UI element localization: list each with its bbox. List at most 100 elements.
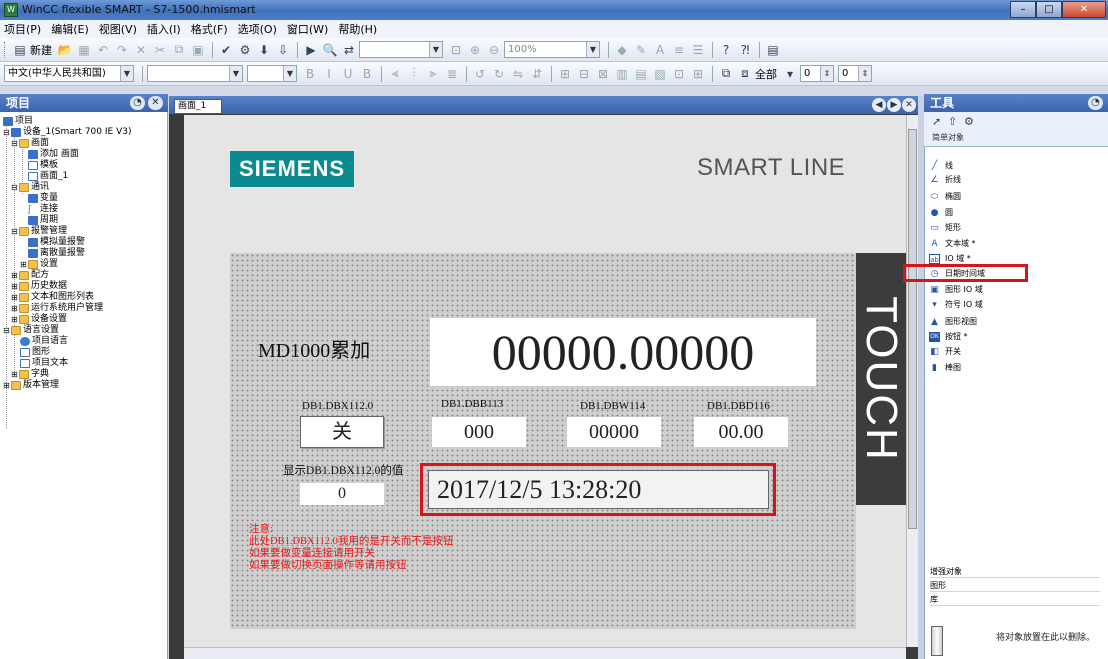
spin2[interactable]: 0 ⇕ <box>838 65 872 82</box>
zoom-fit-icon[interactable]: ⊡ <box>447 41 465 59</box>
new-icon[interactable]: ▤ <box>11 41 29 59</box>
tree-item[interactable]: 模拟量报警 <box>28 237 85 248</box>
zoom-combo[interactable]: 100% ▼ <box>504 41 600 58</box>
tab-next-icon[interactable]: ▶ <box>887 98 901 112</box>
align-left-icon[interactable]: ⫷ <box>386 65 404 83</box>
move-icon[interactable]: ⇧ <box>948 115 957 128</box>
tool-graphic-view[interactable]: ▲ 图形视图 <box>929 316 977 328</box>
tree-item[interactable]: 离散量报警 <box>28 248 85 259</box>
download-icon[interactable]: ⬇ <box>255 41 273 59</box>
generate-icon[interactable]: ⚙ <box>236 41 254 59</box>
line-color-icon[interactable]: ✎ <box>632 41 650 59</box>
tree-item[interactable]: ⊟ 画面 <box>11 138 49 149</box>
redo-icon[interactable]: ↷ <box>113 41 131 59</box>
layer-down-icon[interactable]: ⧈ <box>736 65 754 83</box>
section-enhanced-objects[interactable]: 增强对象 <box>930 566 1100 578</box>
pane-close-icon[interactable]: ✕ <box>148 96 163 110</box>
save-icon[interactable]: ▦ <box>75 41 93 59</box>
tool-button[interactable]: OK 按钮 * <box>929 331 968 343</box>
zoom-out-icon[interactable]: ⊖ <box>485 41 503 59</box>
tool-polyline[interactable]: ∠ 折线 <box>929 174 961 186</box>
screen-icon[interactable]: ▤ <box>764 41 782 59</box>
tree-item[interactable]: 画面_1 <box>28 171 68 182</box>
tree-item[interactable]: ⊞ 历史数据 <box>11 281 67 292</box>
db-label-2[interactable]: DB1.DBW114 <box>580 400 645 412</box>
tree-item[interactable]: ⊞ 文本和图形列表 <box>11 292 94 303</box>
db-label-1[interactable]: DB1.DBB113 <box>441 398 503 410</box>
tree-item[interactable]: 模板 <box>28 160 58 171</box>
menu-format[interactable]: 格式(F) <box>191 21 228 37</box>
same-height-icon[interactable]: ▤ <box>632 65 650 83</box>
flip-v-icon[interactable]: ⇵ <box>528 65 546 83</box>
align-center-icon[interactable]: ⫶ <box>405 65 423 83</box>
menu-insert[interactable]: 插入(I) <box>147 21 181 37</box>
tree-item[interactable]: ʃ 连接 <box>28 204 58 215</box>
toolbar-grip[interactable] <box>4 41 7 58</box>
tool-ellipse[interactable]: ⬭ 椭圆 <box>929 191 961 203</box>
new-button[interactable]: 新建 <box>30 42 52 58</box>
tool-switch[interactable]: ◧ 开关 <box>929 346 961 358</box>
font-color-icon[interactable]: A <box>651 41 669 59</box>
tool-graphic-io[interactable]: ▣ 图形 IO 域 <box>929 284 983 296</box>
runtime-icon[interactable]: ▶ <box>302 41 320 59</box>
tree-item[interactable]: ⊟ 报警管理 <box>11 226 67 237</box>
all-layers-label[interactable]: 全部 <box>755 66 777 82</box>
align-objects-icon[interactable]: ⊞ <box>556 65 574 83</box>
maximize-button[interactable]: □ <box>1036 1 1062 18</box>
tab-close-icon[interactable]: ✕ <box>902 98 916 112</box>
find-icon[interactable]: 🔍 <box>321 41 339 59</box>
dbd116-io-field[interactable]: 00.00 <box>694 417 788 447</box>
menu-window[interactable]: 窗口(W) <box>287 21 328 37</box>
md1000-label[interactable]: MD1000累加 <box>258 334 370 363</box>
help-icon[interactable]: ? <box>717 41 735 59</box>
menu-help[interactable]: 帮助(H) <box>338 21 377 37</box>
line-style-icon[interactable]: ≡ <box>670 41 688 59</box>
check-icon[interactable]: ✔ <box>217 41 235 59</box>
close-button[interactable]: ✕ <box>1062 1 1106 18</box>
line-width-icon[interactable]: ☰ <box>689 41 707 59</box>
tree-item[interactable]: ⊞ 设置 <box>20 259 58 270</box>
tree-item[interactable]: ⊞ 版本管理 <box>3 380 59 391</box>
strike-icon[interactable]: B <box>358 65 376 83</box>
font-combo[interactable]: ▼ <box>147 65 243 82</box>
db-label-0[interactable]: DB1.DBX112.0 <box>302 400 373 412</box>
tab-prev-icon[interactable]: ◀ <box>872 98 886 112</box>
tree-item[interactable]: 项目 <box>3 116 33 127</box>
show-value-io-field[interactable]: 0 <box>300 483 384 505</box>
note-line[interactable]: 如果要做变量连接请用开关 <box>249 548 375 560</box>
dbb113-io-field[interactable]: 000 <box>432 417 526 447</box>
section-graphics[interactable]: 图形 <box>930 580 1100 592</box>
tree-item[interactable]: ⊞ 配方 <box>11 270 49 281</box>
tree-item[interactable]: 项目语言 <box>20 336 68 347</box>
tree-item[interactable]: 添加 画面 <box>28 149 79 160</box>
italic-icon[interactable]: I <box>320 65 338 83</box>
paste-icon[interactable]: ▣ <box>189 41 207 59</box>
tree-item[interactable]: 图形 <box>20 347 50 358</box>
layer-select-icon[interactable]: ▾ <box>781 65 799 83</box>
note-line[interactable]: 注意: <box>249 524 273 536</box>
menu-project[interactable]: 项目(P) <box>4 21 41 37</box>
context-help-icon[interactable]: ⁈ <box>736 41 754 59</box>
ungroup-icon[interactable]: ⊞ <box>689 65 707 83</box>
open-icon[interactable]: 📂 <box>56 41 74 59</box>
tree-item[interactable]: ⊟ 语言设置 <box>3 325 59 336</box>
layer-icon[interactable]: ▧ <box>651 65 669 83</box>
layer-up-icon[interactable]: ⧉ <box>717 65 735 83</box>
group-icon[interactable]: ⊡ <box>670 65 688 83</box>
note-line[interactable]: 如果要做切换页面操作等请用按钮 <box>249 560 407 572</box>
search-combo[interactable]: ▼ <box>359 41 443 58</box>
menu-options[interactable]: 选项(O) <box>238 21 277 37</box>
tree-item[interactable]: ⊞ 运行系统用户管理 <box>11 303 103 314</box>
switch-button[interactable]: 关 <box>300 416 384 448</box>
fill-color-icon[interactable]: ◆ <box>613 41 631 59</box>
transfer-icon[interactable]: ⇩ <box>274 41 292 59</box>
horizontal-scrollbar[interactable] <box>184 647 906 659</box>
menu-view[interactable]: 视图(V) <box>99 21 137 37</box>
flip-h-icon[interactable]: ⇋ <box>509 65 527 83</box>
tree-item[interactable]: 变量 <box>28 193 58 204</box>
settings-icon[interactable]: ⚙ <box>964 115 974 128</box>
underline-icon[interactable]: U <box>339 65 357 83</box>
tree-item[interactable]: ⊞ 字典 <box>11 369 49 380</box>
tools-pin-icon[interactable]: ◔ <box>1088 96 1103 110</box>
zoom-in-icon[interactable]: ⊕ <box>466 41 484 59</box>
